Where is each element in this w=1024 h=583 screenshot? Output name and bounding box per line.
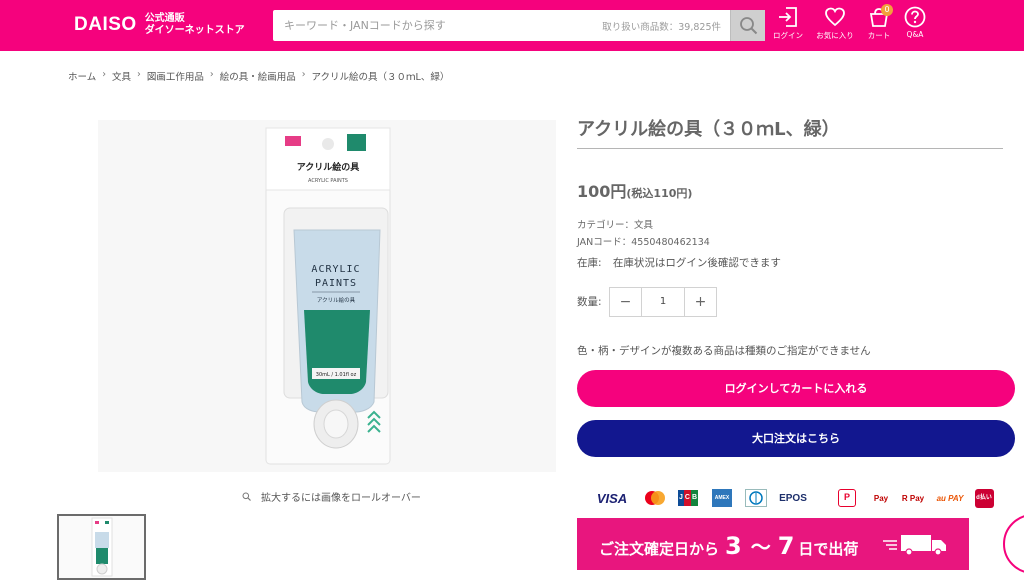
product-count: 取り扱い商品数：39,825件 [602, 22, 721, 33]
quantity-increment-button[interactable]: + [685, 288, 716, 316]
price-tax-included: (税込110円) [626, 187, 693, 200]
breadcrumb-paints[interactable]: 絵の具・絵画用品 [220, 69, 296, 83]
banner-tilde: 〜 [750, 535, 771, 559]
banner-max-days: 7 [777, 532, 795, 560]
variant-note: 色・柄・デザインが複数ある商品は種類のご指定ができません [577, 345, 871, 357]
cart-link[interactable]: 0 カート [859, 4, 899, 41]
favorites-link[interactable]: お気に入り [815, 6, 855, 41]
login-label: ログイン [773, 31, 803, 40]
mastercard-logo [642, 487, 668, 509]
search-input[interactable] [273, 10, 603, 41]
banner-min-days: 3 [725, 532, 742, 560]
logo-subtitle: 公式通販 ダイソーネットストア [145, 13, 245, 37]
quantity-decrement-button[interactable]: − [610, 288, 641, 316]
d-barai-mark: d払い [974, 488, 994, 508]
tube-label-2: PAINTS [315, 278, 357, 289]
breadcrumb: ホーム › 文具 › 図画工作用品 › 絵の具・絵画用品 › アクリル絵の具（３… [68, 69, 449, 83]
title-divider [577, 148, 1003, 149]
bulk-order-button[interactable]: 大口注文はこちら [577, 420, 1015, 457]
epos-logo: EPOS [779, 492, 807, 504]
jcb-logo: JCB [677, 487, 699, 509]
product-thumbnail[interactable] [57, 514, 146, 580]
magnifier-icon [242, 492, 251, 501]
shipping-banner[interactable]: ご注文確定日から 3 〜 7 日で出荷 [577, 518, 969, 570]
diners-logo [743, 487, 769, 509]
product-jan-code: JANコード：4550480462134 [577, 237, 710, 248]
logo-wordmark: DAISO [74, 14, 137, 35]
d-barai-logo: d払い [973, 487, 995, 509]
r-pay-logo: R Pay [901, 493, 925, 503]
cart-label: カート [867, 31, 891, 40]
au-pay-logo: au PAY [936, 493, 964, 503]
truck-icon [883, 535, 946, 556]
jcb-mark: JCB [677, 490, 699, 506]
product-category: カテゴリー：文具 [577, 220, 654, 231]
product-photo: アクリル絵の具 ACRYLIC PAINTS ACRYLIC PAINTS アク… [265, 127, 391, 465]
breadcrumb-stationery[interactable]: 文具 [112, 69, 131, 83]
login-add-to-cart-button[interactable]: ログインしてカートに入れる [577, 370, 1015, 407]
breadcrumb-separator: › [301, 69, 306, 80]
mastercard-icon [645, 491, 665, 505]
breadcrumb-current: アクリル絵の具（３０ｍL、緑） [311, 72, 450, 83]
floating-badge[interactable] [1003, 514, 1024, 574]
paypay-mark: P [838, 489, 856, 507]
visa-logo: VISA [596, 490, 628, 506]
tube-volume: 30mL / 1.01fl oz [316, 372, 357, 378]
quantity-input[interactable]: 1 [641, 288, 685, 316]
shipping-banner-text: ご注文確定日から 3 〜 7 日で出荷 [599, 531, 858, 560]
search-icon [740, 17, 758, 35]
banner-suffix: 日で出荷 [798, 540, 859, 558]
payment-methods: VISA JCB AMEX EPOS P Pay R Pay au PAY d払… [595, 487, 995, 509]
breadcrumb-art-supplies[interactable]: 図画工作用品 [147, 69, 204, 83]
favorites-label: お気に入り [816, 31, 854, 40]
qa-link[interactable]: Q&A [895, 6, 935, 39]
search-button[interactable] [730, 10, 765, 41]
tube-label-jp: アクリル絵の具 [317, 296, 356, 304]
logo-sub-line2: ダイソーネットストア [144, 25, 245, 36]
banner-prefix: ご注文確定日から [599, 540, 720, 558]
zoom-hint-text: 拡大するには画像をロールオーバー [261, 493, 421, 504]
search-bar: 取り扱い商品数：39,825件 [273, 10, 765, 41]
breadcrumb-separator: › [102, 69, 107, 80]
price-value: 100円 [577, 182, 627, 201]
breadcrumb-home[interactable]: ホーム [68, 69, 96, 83]
login-icon [779, 7, 797, 27]
heart-icon [825, 7, 845, 27]
qa-label: Q&A [906, 30, 924, 39]
cart-count-badge: 0 [881, 4, 893, 16]
login-link[interactable]: ログイン [768, 6, 808, 41]
paypay-logo: P [835, 487, 859, 509]
product-main-image[interactable]: アクリル絵の具 ACRYLIC PAINTS ACRYLIC PAINTS アク… [98, 120, 556, 472]
breadcrumb-separator: › [137, 69, 141, 80]
stock-status: 在庫: 在庫状況はログイン後確認できます [577, 255, 781, 270]
question-icon [904, 6, 926, 28]
tube-label-1: ACRYLIC [311, 264, 360, 275]
package-subtitle: ACRYLIC PAINTS [308, 178, 348, 184]
site-logo[interactable]: DAISO 公式通販 ダイソーネットストア [74, 13, 245, 37]
stock-label: 在庫: [577, 257, 602, 269]
product-title: アクリル絵の具（３０ｍL、緑） [577, 119, 840, 140]
site-header: DAISO 公式通販 ダイソーネットストア 取り扱い商品数：39,825件 ログ… [0, 0, 1024, 51]
rakuten-pay-logo: Pay [873, 493, 889, 503]
amex-mark: AMEX [712, 489, 732, 507]
diners-icon [745, 489, 767, 507]
logo-sub-line1: 公式通販 [144, 13, 185, 24]
quantity-stepper: − 1 + [609, 287, 717, 317]
product-price: 100円(税込110円) [577, 178, 692, 202]
stock-text: 在庫状況はログイン後確認できます [612, 257, 781, 269]
zoom-hint: 拡大するには画像をロールオーバー [242, 489, 421, 504]
package-title: アクリル絵の具 [297, 161, 360, 173]
quantity-label: 数量: [577, 296, 602, 308]
amex-logo: AMEX [711, 487, 733, 509]
breadcrumb-separator: › [209, 69, 214, 80]
thumbnail-photo [91, 517, 113, 577]
